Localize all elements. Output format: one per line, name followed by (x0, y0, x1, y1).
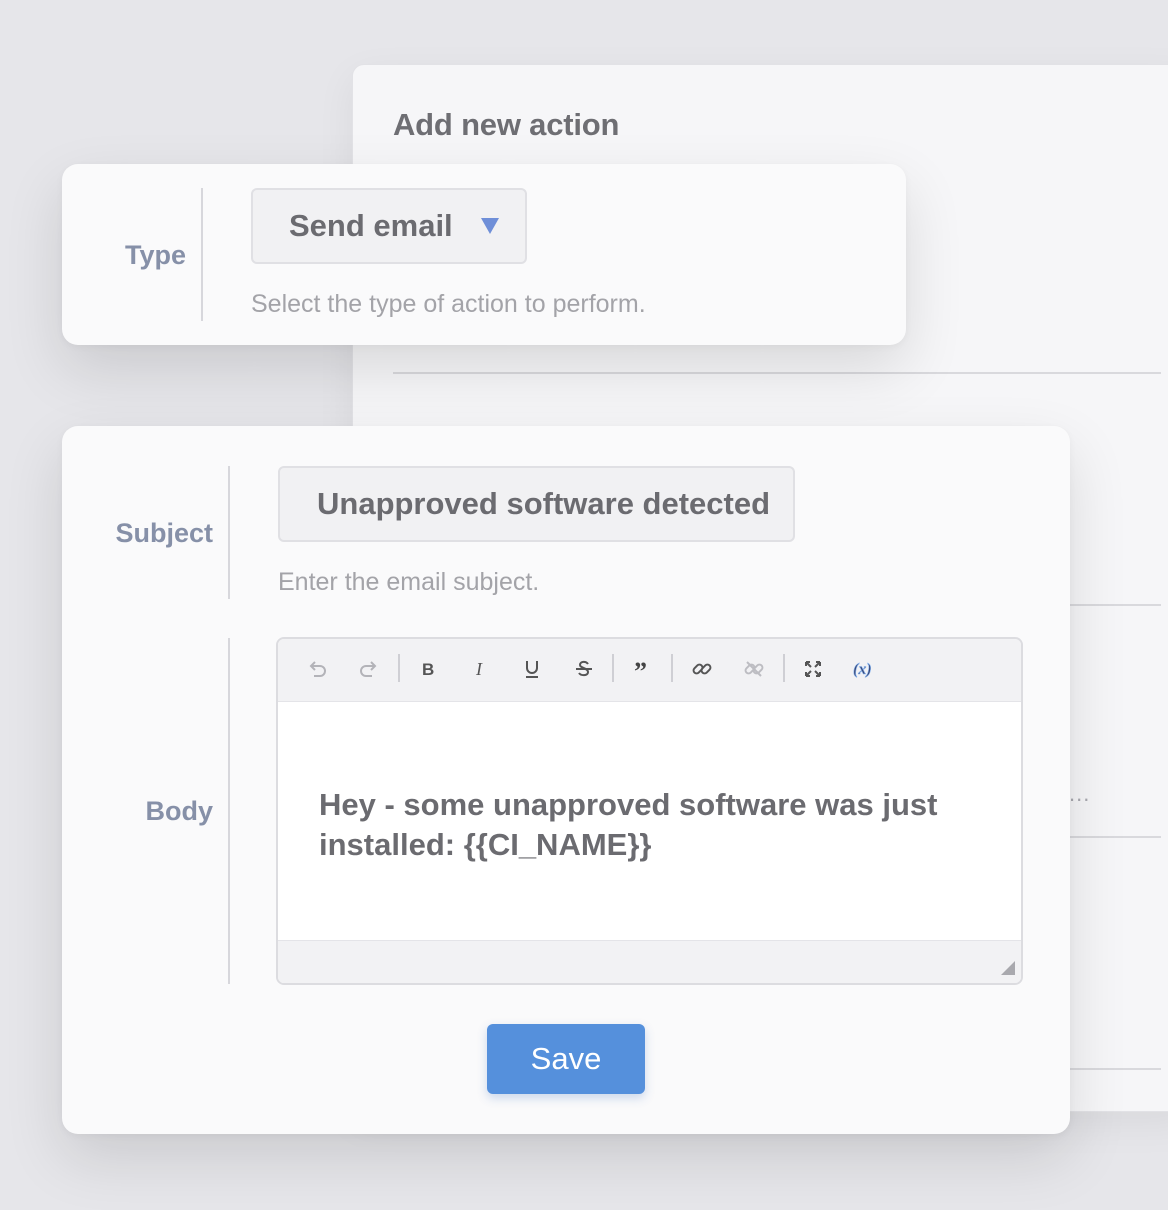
type-help-text: Select the type of action to perform. (251, 290, 646, 318)
toolbar-separator (783, 654, 785, 682)
toolbar-separator (612, 654, 614, 682)
toolbar-separator (671, 654, 673, 682)
field-divider (228, 466, 230, 599)
svg-text:”: ” (634, 658, 647, 680)
editor-line: installed: {{CI_NAME}} (319, 827, 652, 862)
svg-text:I: I (475, 659, 483, 679)
editor-line: Hey - some unapproved software was just (319, 787, 938, 822)
unlink-icon[interactable] (739, 654, 769, 684)
type-label: Type (124, 240, 186, 270)
type-dropdown-value: Send email (289, 208, 453, 243)
svg-text:(x): (x) (853, 661, 872, 678)
chevron-down-icon (480, 218, 499, 234)
fullscreen-icon[interactable] (798, 654, 828, 684)
subject-input[interactable]: Unapproved software detected (278, 466, 795, 542)
variable-icon[interactable]: (x) (850, 654, 880, 684)
link-icon[interactable] (687, 654, 717, 684)
undo-icon[interactable] (302, 654, 332, 684)
panel-title: Add new action (393, 107, 620, 142)
save-button[interactable]: Save (487, 1024, 645, 1094)
subject-help-text: Enter the email subject. (278, 568, 540, 596)
editor-content[interactable]: Hey - some unapproved software was just … (319, 785, 979, 865)
body-label: Body (145, 796, 214, 826)
field-divider (228, 638, 230, 984)
redo-icon[interactable] (354, 654, 384, 684)
email-card: Subject Unapproved software detected Ent… (62, 426, 1070, 1134)
toolbar-separator (398, 654, 400, 682)
field-divider (201, 188, 203, 321)
divider (393, 372, 1161, 374)
type-card: Type Send email Select the type of actio… (62, 164, 906, 345)
resize-handle-icon[interactable] (1001, 961, 1015, 975)
type-dropdown[interactable]: Send email (251, 188, 527, 264)
bold-icon[interactable]: B (413, 654, 443, 684)
editor-toolbar: B I ” (x) (278, 639, 1021, 702)
quote-icon[interactable]: ” (628, 654, 658, 684)
strikethrough-icon[interactable] (569, 654, 599, 684)
italic-icon[interactable]: I (465, 654, 495, 684)
body-editor[interactable]: B I ” (x) Hey - some unapproved software… (276, 637, 1023, 985)
editor-statusbar (278, 940, 1021, 983)
underline-icon[interactable] (517, 654, 547, 684)
ellipsis: ... (1069, 781, 1091, 806)
svg-text:B: B (422, 660, 434, 679)
subject-label: Subject (115, 518, 213, 548)
